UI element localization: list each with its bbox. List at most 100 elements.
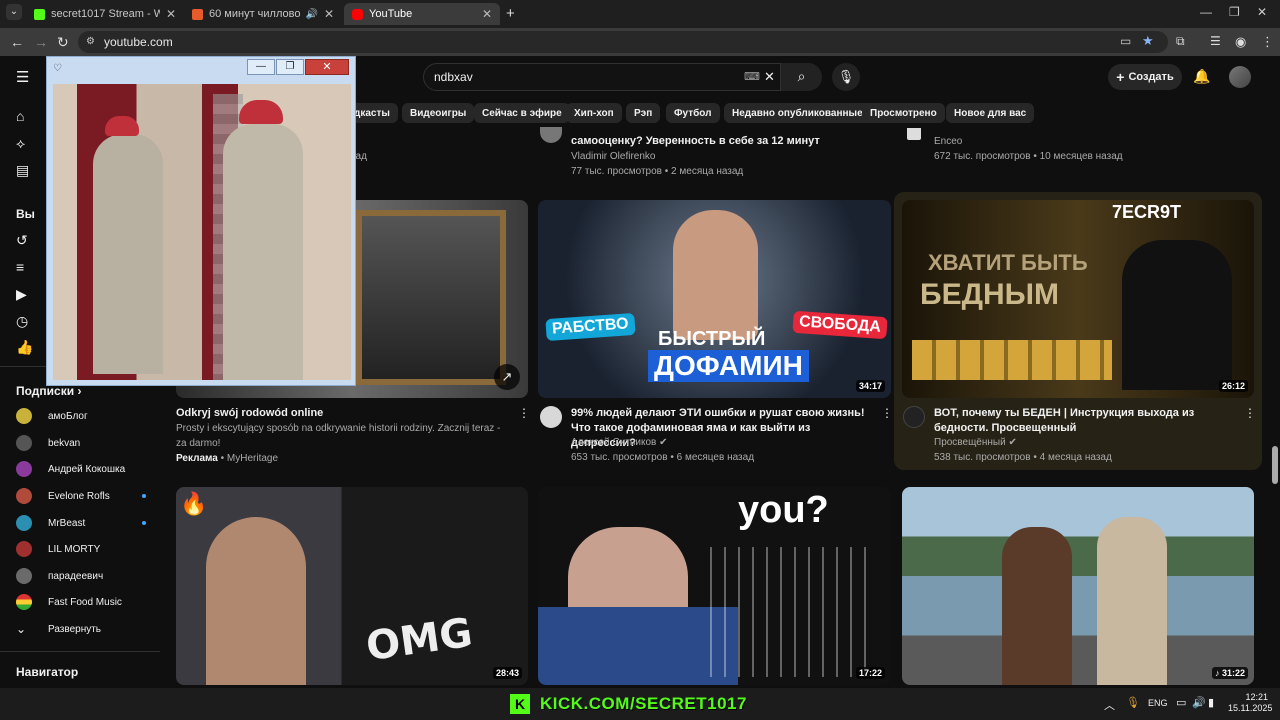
hamburger-menu-icon[interactable]: ☰ xyxy=(16,68,29,86)
subscriptions-icon[interactable]: ▤ xyxy=(16,162,29,179)
home-icon[interactable]: ⌂ xyxy=(16,108,24,124)
external-link-icon[interactable]: ↗ xyxy=(494,364,520,390)
sub-item[interactable]: LIL MORTY xyxy=(16,539,146,559)
chip[interactable]: Просмотрено xyxy=(862,103,945,123)
voice-search-button[interactable]: 🎙 xyxy=(832,63,860,91)
channel-avatar[interactable] xyxy=(540,406,562,428)
sub-item[interactable]: Андрей Кокошка xyxy=(16,459,146,479)
close-tab-icon[interactable]: ✕ xyxy=(166,7,176,21)
liked-videos-icon[interactable]: 👍 xyxy=(16,339,33,356)
video-title[interactable]: ВОТ, почему ты БЕДЕН | Инструкция выхода… xyxy=(934,406,1234,436)
clock[interactable]: 12:21 15.11.2025 xyxy=(1228,692,1272,714)
sub-item[interactable]: парадеевич xyxy=(16,566,146,586)
channel-avatar[interactable] xyxy=(907,128,921,140)
your-videos-icon[interactable]: ▶ xyxy=(16,286,27,303)
kick-url-text: KICK.COM/SECRET1017 xyxy=(540,694,747,713)
site-info-icon[interactable]: ⚙ xyxy=(86,36,95,47)
chip[interactable]: Сейчас в эфире xyxy=(474,103,570,123)
chip[interactable]: Футбол xyxy=(666,103,720,123)
more-options-icon[interactable]: ⋮ xyxy=(518,406,530,420)
new-tab-icon[interactable]: + xyxy=(506,5,515,22)
tab-music[interactable]: 60 минут чиллового микса 🔊 ✕ xyxy=(184,3,342,25)
more-options-icon[interactable]: ⋮ xyxy=(881,406,893,420)
network-icon[interactable]: ▭ xyxy=(1176,696,1186,709)
scrollbar-thumb[interactable] xyxy=(1272,446,1278,484)
watch-later-icon[interactable]: ◷ xyxy=(16,313,28,330)
sub-item[interactable]: Fast Food Music xyxy=(16,592,146,612)
sub-item[interactable]: MrBeast xyxy=(16,513,146,533)
sub-item[interactable]: bekvan xyxy=(16,433,146,453)
popup-minimize-icon[interactable]: — xyxy=(247,59,275,75)
chevron-right-icon: › xyxy=(77,384,82,398)
battery-icon[interactable]: ▮ xyxy=(1208,696,1214,709)
tab-search-icon[interactable]: ⌄ xyxy=(6,4,22,20)
keyboard-icon[interactable]: ⌨ xyxy=(744,70,760,83)
language-indicator[interactable]: ENG xyxy=(1148,698,1168,708)
bookmark-star-icon[interactable]: ★ xyxy=(1142,33,1154,49)
channel-name[interactable]: Просвещённый xyxy=(934,437,1006,448)
you-section-title[interactable]: Вы xyxy=(16,207,35,221)
channel-name[interactable]: Алексей Ситников xyxy=(571,437,656,448)
url-field[interactable]: ⚙ youtube.com ▭ ★ xyxy=(78,31,1168,53)
playlists-icon[interactable]: ≡ xyxy=(16,259,24,275)
ad-title[interactable]: Odkryj swój rodowód online xyxy=(176,406,506,421)
clear-search-icon[interactable]: ✕ xyxy=(764,69,775,85)
popup-close-icon[interactable]: ✕ xyxy=(305,59,349,75)
sub-item[interactable]: Evelone Rofls xyxy=(16,486,146,506)
video-thumbnail[interactable]: 🔥 OMG 28:43 xyxy=(176,487,528,685)
cast-icon[interactable]: ▭ xyxy=(1120,34,1131,48)
tab-youtube[interactable]: YouTube ✕ xyxy=(344,3,500,25)
history-icon[interactable]: ↺ xyxy=(16,232,28,249)
speaker-icon[interactable]: 🔊 xyxy=(305,9,317,20)
chip[interactable]: Рэп xyxy=(626,103,661,123)
video-title[interactable]: самооценку? Уверенность в себе за 12 мин… xyxy=(571,134,871,149)
channel-name[interactable]: Enceo xyxy=(934,134,962,149)
popup-maximize-icon[interactable]: ❐ xyxy=(276,59,304,75)
video-thumbnail[interactable]: ♪ 31:22 xyxy=(902,487,1254,685)
kick-stream-overlay: K KICK.COM/SECRET1017 xyxy=(510,693,760,715)
search-box[interactable]: ndbxav ⌨ ✕ ⌕ xyxy=(423,63,822,91)
chip[interactable]: Хип-хоп xyxy=(566,103,622,123)
profile-icon[interactable]: ◉ xyxy=(1235,34,1246,50)
close-tab-icon[interactable]: ✕ xyxy=(324,7,334,21)
more-options-icon[interactable]: ⋮ xyxy=(1244,406,1256,420)
video-thumbnail[interactable]: you? 17:22 xyxy=(538,487,891,685)
chip[interactable]: Недавно опубликованные xyxy=(724,103,871,123)
close-window-icon[interactable]: ✕ xyxy=(1257,5,1267,19)
create-button[interactable]: + Создать xyxy=(1108,64,1182,90)
extensions-icon[interactable]: ⧉ xyxy=(1176,34,1185,49)
search-input[interactable]: ndbxav xyxy=(434,70,473,84)
menu-icon[interactable]: ⋮ xyxy=(1261,34,1274,50)
microphone-icon[interactable]: 🎙 xyxy=(1126,696,1140,709)
tab-kick[interactable]: secret1017 Stream - Watch Live ✕ xyxy=(26,3,184,25)
fire-icon: 🔥 xyxy=(180,491,208,516)
back-icon[interactable]: ← xyxy=(10,34,24,50)
volume-icon[interactable]: 🔊 xyxy=(1192,696,1206,709)
reading-list-icon[interactable]: ☰ xyxy=(1210,34,1221,48)
popup-video-window[interactable]: ♡ — ❐ ✕ xyxy=(46,56,356,386)
forward-icon[interactable]: → xyxy=(34,34,48,50)
chip[interactable]: Новое для вас xyxy=(946,103,1035,123)
chip[interactable]: Видеоигры xyxy=(402,103,475,123)
advertiser-name[interactable]: MyHeritage xyxy=(227,453,278,464)
account-avatar[interactable] xyxy=(1229,66,1251,88)
channel-line[interactable]: Просвещённый ✔ xyxy=(934,435,1017,450)
notifications-bell-icon[interactable]: 🔔 xyxy=(1193,68,1210,85)
search-icon: ⌕ xyxy=(797,68,806,84)
minimize-icon[interactable]: — xyxy=(1200,5,1212,19)
subscriptions-section-title[interactable]: Подписки › xyxy=(16,384,81,398)
sub-item[interactable]: амоБлог xyxy=(16,406,146,426)
address-bar-row: ← → ↻ ⚙ youtube.com ▭ ★ ⧉ ☰ ◉ ⋮ xyxy=(0,28,1280,56)
channel-name[interactable]: Vladimir Olefirenko xyxy=(571,149,655,164)
shorts-icon[interactable]: ⟡ xyxy=(16,135,25,152)
search-button[interactable]: ⌕ xyxy=(780,63,822,91)
video-thumbnail[interactable]: 7ECR9T ХВАТИТ БЫТЬ БЕДНЫМ 26:12 xyxy=(902,200,1254,398)
maximize-icon[interactable]: ❐ xyxy=(1229,5,1240,19)
expand-button[interactable]: ⌄ Развернуть xyxy=(16,619,146,639)
close-tab-icon[interactable]: ✕ xyxy=(482,7,492,21)
video-thumbnail[interactable]: РАБСТВО БЫСТРЫЙ ДОФАМИН СВОБОДА 34:17 xyxy=(538,200,891,398)
channel-line[interactable]: Алексей Ситников ✔ xyxy=(571,435,668,450)
tray-chevron-icon[interactable]: ︿ xyxy=(1104,697,1115,713)
channel-avatar[interactable] xyxy=(903,406,925,428)
reload-icon[interactable]: ↻ xyxy=(57,34,69,51)
